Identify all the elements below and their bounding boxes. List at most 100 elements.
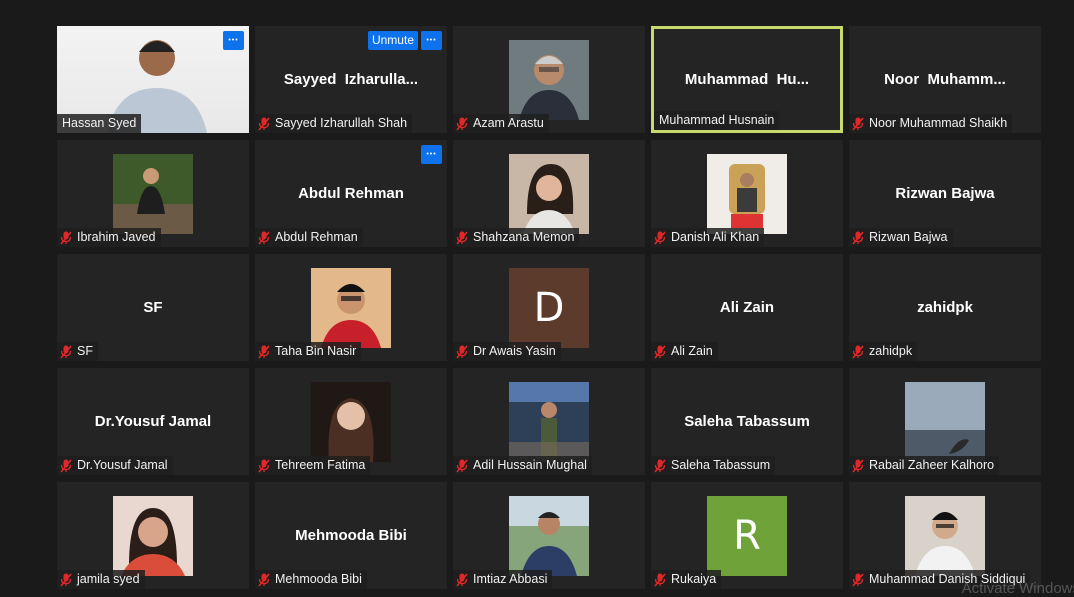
participant-tile[interactable]: Rabail Zaheer Kalhoro — [849, 368, 1041, 475]
mic-muted-icon — [60, 344, 72, 359]
participant-tile[interactable]: Imtiaz Abbasi — [453, 482, 645, 589]
participant-tile[interactable]: Azam Arastu — [453, 26, 645, 133]
gallery-grid: Hassan Syed ••• Sayyed Izharulla... Sayyed … — [57, 26, 1041, 591]
participant-tile[interactable]: Saleha Tabassum Saleha Tabassum — [651, 368, 843, 475]
participant-video — [905, 382, 985, 462]
participant-tile[interactable]: Muhammad Danish Siddiqui — [849, 482, 1041, 589]
participant-tile[interactable]: Rizwan Bajwa Rizwan Bajwa — [849, 140, 1041, 247]
participant-name: SF — [77, 344, 93, 358]
participant-tile[interactable]: Muhammad Hu... Muhammad Husnain — [651, 26, 843, 133]
participant-name: Rabail Zaheer Kalhoro — [869, 458, 995, 472]
participant-tile[interactable]: Adil Hussain Mughal — [453, 368, 645, 475]
participant-name-label: Abdul Rehman — [255, 228, 363, 247]
participant-name-label: Mehmooda Bibi — [255, 570, 367, 589]
participant-name: Rizwan Bajwa — [869, 230, 948, 244]
more-options-icon[interactable]: ••• — [223, 31, 244, 50]
mic-muted-icon — [456, 458, 468, 473]
mic-muted-icon — [654, 230, 666, 245]
participant-name: Hassan Syed — [62, 116, 137, 130]
participant-video — [905, 496, 985, 576]
participant-name: Mehmooda Bibi — [275, 572, 362, 586]
participant-video — [707, 154, 787, 234]
participant-video — [509, 382, 589, 462]
participant-name-label: Tehreem Fatima — [255, 456, 371, 475]
participant-name: Saleha Tabassum — [671, 458, 771, 472]
participant-name: Muhammad Husnain — [659, 113, 775, 127]
mic-muted-icon — [258, 116, 270, 131]
participant-name-label: jamila syed — [57, 570, 145, 589]
participant-name-label: Muhammad Husnain — [654, 111, 780, 130]
mic-muted-icon — [60, 572, 72, 587]
participant-name: Tehreem Fatima — [275, 458, 366, 472]
more-options-icon[interactable]: ••• — [421, 31, 442, 50]
participant-video — [311, 268, 391, 348]
participant-name: Danish Ali Khan — [671, 230, 760, 244]
participant-name: Rukaiya — [671, 572, 717, 586]
participant-name: zahidpk — [869, 344, 913, 358]
participant-name: Dr Awais Yasin — [473, 344, 556, 358]
participant-tile[interactable]: zahidpk zahidpk — [849, 254, 1041, 361]
participant-avatar: R — [707, 496, 787, 576]
participant-name-label: Rizwan Bajwa — [849, 228, 953, 247]
participant-video — [509, 40, 589, 120]
mic-muted-icon — [258, 230, 270, 245]
participant-tile[interactable]: Shahzana Memon — [453, 140, 645, 247]
participant-name: Ibrahim Javed — [77, 230, 156, 244]
participant-name: Imtiaz Abbasi — [473, 572, 548, 586]
activate-windows-watermark: Activate Windows — [961, 580, 1074, 597]
mic-muted-icon — [258, 344, 270, 359]
participant-tile[interactable]: Hassan Syed ••• — [57, 26, 249, 133]
more-options-icon[interactable]: ••• — [421, 145, 442, 164]
participant-tile[interactable]: R Rukaiya — [651, 482, 843, 589]
mic-muted-icon — [852, 230, 864, 245]
participant-name-label: Danish Ali Khan — [651, 228, 765, 247]
participant-tile[interactable]: Dr.Yousuf Jamal Dr.Yousuf Jamal — [57, 368, 249, 475]
mic-muted-icon — [258, 458, 270, 473]
participant-video — [113, 154, 193, 234]
participant-name-label: SF — [57, 342, 98, 361]
mic-muted-icon — [654, 344, 666, 359]
participant-name: Shahzana Memon — [473, 230, 575, 244]
mic-muted-icon — [456, 344, 468, 359]
participant-name-label: zahidpk — [849, 342, 918, 361]
participant-tile[interactable]: Taha Bin Nasir — [255, 254, 447, 361]
participant-name-label: Saleha Tabassum — [651, 456, 776, 475]
participant-tile[interactable]: Danish Ali Khan — [651, 140, 843, 247]
mic-muted-icon — [258, 572, 270, 587]
participant-tile[interactable]: jamila syed — [57, 482, 249, 589]
participant-name-label: Imtiaz Abbasi — [453, 570, 553, 589]
participant-tile[interactable]: Ibrahim Javed — [57, 140, 249, 247]
mic-muted-icon — [456, 572, 468, 587]
participant-name: Sayyed Izharullah Shah — [275, 116, 408, 130]
participant-name-label: Ali Zain — [651, 342, 718, 361]
participant-video — [509, 496, 589, 576]
mic-muted-icon — [852, 458, 864, 473]
participant-name-label: Adil Hussain Mughal — [453, 456, 592, 475]
participant-name-label: Taha Bin Nasir — [255, 342, 362, 361]
participant-tile[interactable]: Sayyed Izharulla... Sayyed Izharullah Sha… — [255, 26, 447, 133]
unmute-button[interactable]: Unmute — [367, 31, 418, 50]
participant-name-label: Noor Muhammad Shaikh — [849, 114, 1013, 133]
participant-tile[interactable]: Noor Muhamm... Noor Muhammad Shaikh — [849, 26, 1041, 133]
mic-muted-icon — [456, 230, 468, 245]
mic-muted-icon — [654, 458, 666, 473]
participant-tile[interactable]: SF SF — [57, 254, 249, 361]
participant-name: Adil Hussain Mughal — [473, 458, 587, 472]
participant-name-label: Dr Awais Yasin — [453, 342, 561, 361]
participant-video — [509, 154, 589, 234]
mic-muted-icon — [852, 344, 864, 359]
participant-name-label: Rukaiya — [651, 570, 722, 589]
participant-name: Taha Bin Nasir — [275, 344, 357, 358]
participant-tile[interactable]: Ali Zain Ali Zain — [651, 254, 843, 361]
participant-name: Abdul Rehman — [275, 230, 358, 244]
participant-tile[interactable]: Tehreem Fatima — [255, 368, 447, 475]
participant-tile[interactable]: Mehmooda Bibi Mehmooda Bibi — [255, 482, 447, 589]
participant-name-label: Azam Arastu — [453, 114, 549, 133]
participant-avatar: D — [509, 268, 589, 348]
participant-tile[interactable]: Abdul Rehman Abdul Rehman ••• — [255, 140, 447, 247]
participant-name: Noor Muhammad Shaikh — [869, 116, 1008, 130]
mic-muted-icon — [654, 572, 666, 587]
participant-name-label: Hassan Syed — [57, 114, 142, 133]
participant-name: Ali Zain — [671, 344, 713, 358]
participant-tile[interactable]: D Dr Awais Yasin — [453, 254, 645, 361]
